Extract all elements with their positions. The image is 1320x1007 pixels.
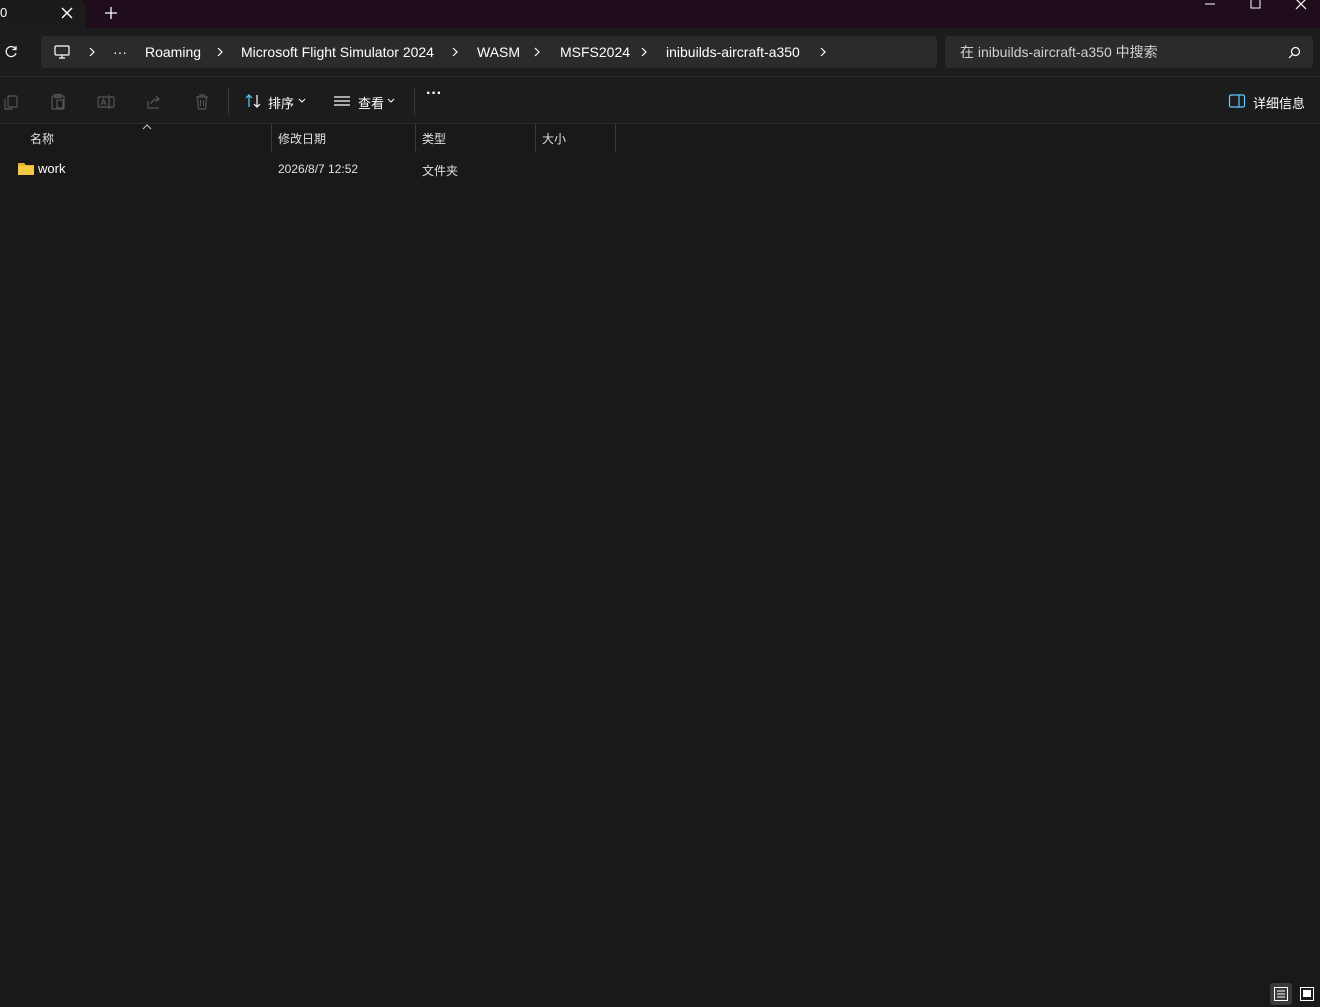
column-header-row: 名称 修改日期 类型 大小 [0, 124, 1320, 152]
column-header-modified[interactable]: 修改日期 [278, 130, 326, 147]
sort-icon [245, 94, 261, 108]
toolbar-divider [414, 87, 415, 115]
column-resizer[interactable] [415, 124, 416, 152]
details-view-button[interactable] [1270, 983, 1292, 1005]
tab-close-icon[interactable] [58, 4, 76, 22]
chevron-down-icon [387, 98, 395, 103]
close-icon[interactable] [1291, 0, 1311, 10]
file-modified: 2026/8/7 12:52 [278, 162, 359, 176]
maximize-icon[interactable] [1245, 0, 1265, 10]
breadcrumb-item-current[interactable]: inibuilds-aircraft-a350 [666, 36, 800, 68]
breadcrumb-item-wasm[interactable]: WASM [477, 36, 520, 68]
sort-label: 排序 [268, 96, 295, 111]
details-view-icon [1274, 987, 1288, 1001]
column-header-type[interactable]: 类型 [422, 130, 446, 147]
details-pane-icon [1228, 94, 1246, 108]
tab-active[interactable]: 0 [0, 0, 86, 28]
more-options-button[interactable]: ··· [426, 85, 442, 109]
share-icon[interactable] [145, 93, 163, 111]
sort-ascending-icon [142, 124, 152, 130]
title-bar: 0 [0, 0, 1320, 28]
paste-icon[interactable] [49, 93, 67, 111]
folder-icon [18, 163, 34, 175]
view-label: 查看 [358, 96, 385, 111]
column-resizer[interactable] [271, 124, 272, 152]
tab-title: 0 [0, 5, 8, 20]
details-label: 详细信息 [1253, 96, 1306, 111]
breadcrumb[interactable]: ··· Roaming Microsoft Flight Simulator 2… [41, 36, 937, 68]
chevron-right-icon[interactable] [531, 46, 543, 58]
chevron-right-icon[interactable] [817, 46, 829, 58]
this-pc-icon[interactable] [53, 44, 71, 60]
breadcrumb-item-roaming[interactable]: Roaming [145, 36, 201, 68]
sort-button[interactable]: 排序 [244, 89, 310, 113]
chevron-right-icon[interactable] [638, 46, 650, 58]
file-type: 文件夹 [422, 164, 459, 178]
file-row[interactable]: work 2026/8/7 12:52 文件夹 [0, 157, 1320, 181]
command-bar: 排序 查看 ··· 详细信息 [0, 76, 1320, 124]
chevron-right-icon[interactable] [449, 46, 461, 58]
file-name[interactable]: work [38, 161, 65, 176]
search-icon[interactable] [1288, 46, 1301, 59]
toolbar-divider [228, 87, 229, 115]
breadcrumb-item-msfs2024[interactable]: MSFS2024 [560, 36, 630, 68]
new-tab-icon[interactable] [102, 4, 120, 22]
breadcrumb-overflow[interactable]: ··· [113, 36, 127, 68]
rename-icon[interactable] [97, 93, 115, 111]
column-header-name[interactable]: 名称 [30, 130, 54, 147]
search-input[interactable]: 在 inibuilds-aircraft-a350 中搜索 [960, 36, 1158, 68]
view-button[interactable]: 查看 [333, 89, 399, 113]
chevron-down-icon [298, 98, 306, 103]
chevron-right-icon[interactable] [214, 46, 226, 58]
breadcrumb-item-msfs2024-app[interactable]: Microsoft Flight Simulator 2024 [241, 36, 434, 68]
refresh-icon[interactable] [4, 45, 18, 59]
search-box[interactable]: 在 inibuilds-aircraft-a350 中搜索 [945, 36, 1313, 68]
details-pane-button[interactable]: 详细信息 [1228, 89, 1308, 113]
column-header-size[interactable]: 大小 [542, 130, 566, 147]
minimize-icon[interactable] [1200, 0, 1220, 10]
chevron-right-icon[interactable] [86, 46, 98, 58]
view-list-icon [334, 96, 350, 106]
copy-icon[interactable] [2, 93, 20, 111]
column-resizer[interactable] [615, 124, 616, 152]
large-icons-view-icon [1300, 987, 1314, 1001]
delete-icon[interactable] [193, 93, 211, 111]
large-icons-view-button[interactable] [1296, 983, 1318, 1005]
column-resizer[interactable] [535, 124, 536, 152]
